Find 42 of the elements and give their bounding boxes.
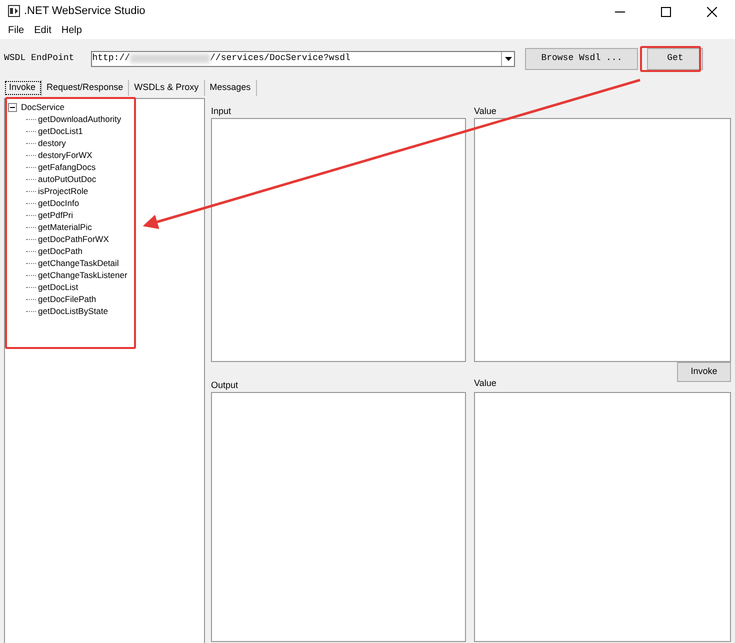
highlight-box [640,46,701,72]
tree-item[interactable]: getDocList1 [38,125,83,137]
tree-item[interactable]: getChangeTaskDetail [38,257,119,269]
tab[interactable]: Messages [204,80,257,96]
menu-item[interactable]: Edit [34,23,52,38]
tree-item[interactable]: getMaterialPic [38,221,92,233]
close-icon[interactable] [707,6,717,17]
tree-item[interactable]: getDocFilePath [38,293,96,305]
url-combobox[interactable]: http:// //services/DocService?wsdl [91,50,516,66]
menu-item[interactable]: File [8,23,24,38]
tree-node[interactable]: DocService [21,101,64,113]
tab[interactable]: WSDLs & Proxy [129,80,205,96]
maximize-icon[interactable] [661,6,671,17]
browse-button[interactable]: Browse Wsdl ... [525,48,638,70]
panel-label: Output [211,378,238,392]
tree-item[interactable]: getDocPathForWX [38,233,109,245]
tree-item[interactable]: getDocPath [38,245,82,257]
tree-item[interactable]: destory [38,137,66,149]
tree-item[interactable]: getDownloadAuthority [38,113,122,125]
tree-item[interactable]: getDocInfo [38,197,80,209]
app-icon [8,5,20,17]
tree-item[interactable]: autoPutOutDoc [38,173,96,185]
panel-label: Input [211,104,232,118]
tree-item[interactable]: isProjectRole [38,185,88,197]
endpoint-label: WSDL EndPoint [4,52,74,65]
tab[interactable]: Request/Response [42,80,130,96]
window-title: .NET WebService Studio [24,4,146,19]
tree-item[interactable]: getDocList [38,281,78,293]
tab[interactable]: Invoke [4,80,42,96]
input-panel[interactable] [211,118,466,362]
invoke-button[interactable]: Invoke [677,362,731,382]
panel-label: Value [474,104,498,118]
dropdown-icon[interactable] [501,52,514,66]
tree-item[interactable]: destoryForWX [38,149,92,161]
collapse-icon[interactable] [8,101,17,113]
menu-item[interactable]: Help [61,23,82,38]
get-button[interactable]: Get [647,48,704,70]
panel-label: Value [474,376,496,390]
tree-item[interactable]: getFafangDocs [38,161,96,173]
tree-item[interactable]: getPdfPri [38,209,73,221]
tree-item[interactable]: getChangeTaskListener [38,269,128,281]
tree-item[interactable]: getDocListByState [38,305,108,317]
